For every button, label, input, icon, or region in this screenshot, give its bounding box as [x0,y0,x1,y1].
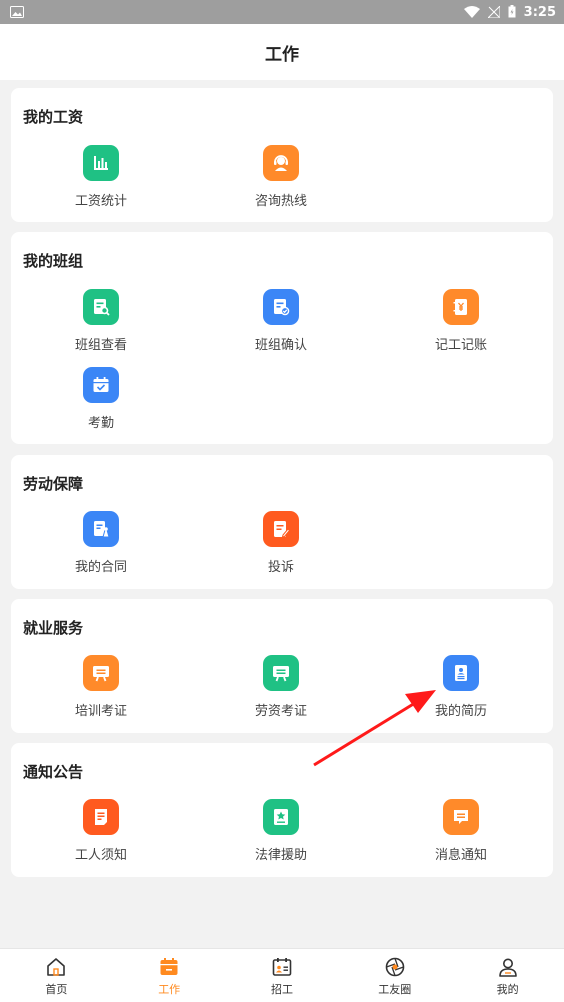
profile-icon [498,958,517,977]
training-board-icon [83,655,119,691]
tab-workers-circle[interactable]: 工友圈 [338,949,451,1002]
item-label: 考勤 [87,416,114,431]
battery-icon [508,3,516,22]
contract-icon [83,511,119,547]
section-title: 通知公告 [23,763,84,781]
team-view-icon [83,289,119,325]
item-label: 法律援助 [254,848,307,863]
tab-label: 工友圈 [378,983,412,996]
labor-certificate-button[interactable]: 劳资考证 [191,655,371,725]
my-resume-button[interactable]: 我的简历 [371,655,551,725]
hotline-button[interactable]: 咨询热线 [191,145,371,215]
team-confirm-button[interactable]: 班组确认 [191,289,371,359]
my-contract-button[interactable]: 我的合同 [11,511,191,581]
tab-label: 我的 [496,983,519,996]
section-title: 我的工资 [23,108,84,126]
tab-recruit[interactable]: 招工 [226,949,339,1002]
item-label: 工资统计 [74,194,127,209]
team-confirm-icon [263,289,299,325]
item-label: 我的简历 [434,704,487,719]
complaint-icon [263,511,299,547]
item-label: 投诉 [267,560,294,575]
item-label: 培训考证 [74,704,127,719]
tab-home[interactable]: 首页 [0,949,113,1002]
tab-mine[interactable]: 我的 [451,949,564,1002]
complaint-button[interactable]: 投诉 [191,511,371,581]
labor-board-icon [263,655,299,691]
message-icon [443,799,479,835]
message-notification-button[interactable]: 消息通知 [371,799,551,869]
tab-label: 首页 [45,983,68,996]
ledger-icon [443,289,479,325]
image-notification-icon [10,3,24,22]
item-label: 消息通知 [434,848,487,863]
tab-work[interactable]: 工作 [113,949,226,1002]
page-title: 工作 [265,44,299,65]
item-label: 咨询热线 [254,194,307,209]
headset-icon [263,145,299,181]
team-view-button[interactable]: 班组查看 [11,289,191,359]
training-certificate-button[interactable]: 培训考证 [11,655,191,725]
section-employment-services: 就业服务 培训考证 劳资考证 我的简历 [11,599,553,733]
section-my-team: 我的班组 班组查看 班组确认 记工记账 考勤 [11,232,553,444]
wifi-icon [463,3,480,22]
tab-label: 工作 [158,983,181,996]
attendance-button[interactable]: 考勤 [11,367,191,437]
section-title: 劳动保障 [23,475,84,493]
item-label: 记工记账 [434,338,487,353]
legal-star-icon [263,799,299,835]
item-label: 工人须知 [74,848,127,863]
resume-icon [443,655,479,691]
item-label: 班组确认 [254,338,307,353]
bar-chart-icon [83,145,119,181]
recruit-icon [272,958,292,976]
section-title: 就业服务 [23,619,84,637]
legal-aid-button[interactable]: 法律援助 [191,799,371,869]
work-calendar-icon [160,958,178,975]
status-time: 3:25 [523,4,556,20]
item-label: 我的合同 [74,560,127,575]
item-label: 班组查看 [74,338,127,353]
status-bar: 3:25 [0,0,564,24]
notice-doc-icon [83,799,119,835]
section-my-salary: 我的工资 工资统计 咨询热线 [11,88,553,222]
tab-label: 招工 [270,983,293,996]
item-label: 劳资考证 [254,704,307,719]
section-notices: 通知公告 工人须知 法律援助 消息通知 [11,743,553,877]
salary-stats-button[interactable]: 工资统计 [11,145,191,215]
home-icon [47,958,66,976]
no-signal-icon [486,3,501,22]
attendance-calendar-icon [83,367,119,403]
section-labor-protection: 劳动保障 我的合同 投诉 [11,455,553,589]
worker-notice-button[interactable]: 工人须知 [11,799,191,869]
header: 工作 [0,24,564,80]
bottom-tab-bar: 首页 工作 招工 工友圈 我的 [0,948,564,1002]
section-title: 我的班组 [23,252,84,270]
circle-icon [385,957,405,977]
work-ledger-button[interactable]: 记工记账 [371,289,551,359]
